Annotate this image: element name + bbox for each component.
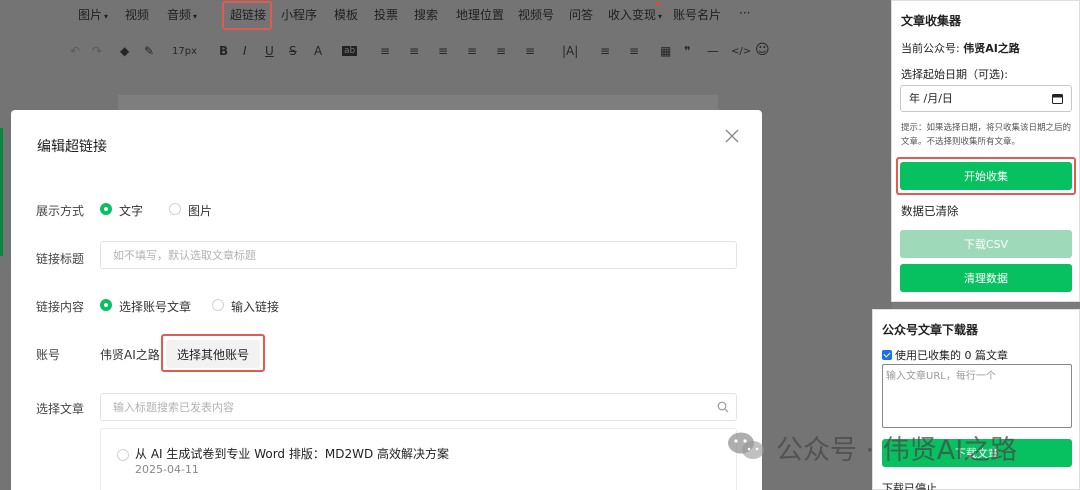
menu-vote[interactable]: 投票 bbox=[374, 6, 398, 23]
collector-status: 数据已清除 bbox=[901, 204, 959, 218]
format-toolbar: ↶ ↷ ◆ ✎ 17px B I U S A ab ≡ ≡ ≡ ≡ ≡ ≡ |A… bbox=[0, 38, 892, 66]
format-painter-icon[interactable]: ◆ bbox=[120, 44, 129, 58]
link-title-input[interactable] bbox=[100, 241, 737, 269]
font-color-icon[interactable]: A bbox=[314, 44, 322, 58]
current-account-name: 伟贤AI之路 bbox=[963, 42, 1020, 55]
account-label: 账号 bbox=[36, 348, 61, 362]
link-title-label: 链接标题 bbox=[36, 252, 85, 266]
close-icon[interactable] bbox=[724, 128, 740, 144]
radio-text-mode-label[interactable]: 文字 bbox=[119, 202, 143, 219]
radio-input-link-label[interactable]: 输入链接 bbox=[231, 298, 279, 315]
new-badge-dot bbox=[656, 2, 660, 6]
display-mode-label: 展示方式 bbox=[36, 204, 85, 218]
menu-qa[interactable]: 问答 bbox=[569, 6, 593, 23]
select-article-label: 选择文章 bbox=[36, 402, 85, 416]
menu-image[interactable]: 图片 ▾ bbox=[78, 6, 108, 23]
align-center-icon[interactable]: ≡ bbox=[409, 44, 419, 58]
article-search-input[interactable] bbox=[100, 393, 737, 421]
date-label: 选择起始日期（可选): bbox=[901, 68, 1008, 81]
downloader-title: 公众号文章下载器 bbox=[882, 323, 979, 337]
menu-mini-program[interactable]: 小程序 bbox=[281, 6, 317, 23]
radio-account-article[interactable] bbox=[100, 299, 112, 311]
radio-image-mode[interactable] bbox=[169, 203, 181, 215]
calendar-icon[interactable] bbox=[1052, 93, 1063, 104]
bold-icon[interactable]: B bbox=[219, 44, 228, 58]
radio-text-mode[interactable] bbox=[100, 203, 112, 215]
use-collected-checkbox-row[interactable]: 使用已收集的 0 篇文章 bbox=[882, 347, 1008, 363]
insert-menu-bar: 图片 ▾ 视频 音频 ▾ 超链接 小程序 模板 投票 搜索 地理位置 视频号 问答 … bbox=[0, 0, 892, 30]
background-color-icon[interactable]: ab bbox=[342, 46, 358, 56]
modal-title: 编辑超链接 bbox=[37, 139, 107, 155]
align-right-icon[interactable]: ≡ bbox=[438, 44, 448, 58]
undo-icon[interactable]: ↶ bbox=[70, 44, 80, 58]
menu-more[interactable]: ··· bbox=[739, 6, 750, 20]
downloader-status: 下载已停止 bbox=[882, 482, 937, 490]
align-left-icon[interactable]: ≡ bbox=[380, 44, 390, 58]
edit-hyperlink-modal: 编辑超链接 展示方式 文字 图片 链接标题 链接内容 选择账号文章 输入链接 账… bbox=[11, 110, 762, 490]
underline-icon[interactable]: U bbox=[265, 44, 274, 58]
menu-channels[interactable]: 视频号 bbox=[518, 6, 554, 23]
menu-account-card[interactable]: 账号名片 bbox=[673, 6, 721, 23]
date-placeholder: 年 /月/日 bbox=[909, 92, 953, 105]
table-icon[interactable]: ▦ bbox=[660, 44, 671, 58]
emoji-icon[interactable]: ☺ bbox=[755, 42, 770, 58]
article-collector-panel: 文章收集器 当前公众号: 伟贤AI之路 选择起始日期（可选): 年 /月/日 提… bbox=[891, 0, 1080, 302]
article-title[interactable]: 从 AI 生成试卷到专业 Word 排版：MD2WD 高效解决方案 bbox=[135, 445, 449, 462]
radio-input-link[interactable] bbox=[212, 299, 224, 311]
article-list: 从 AI 生成试卷到专业 Word 排版：MD2WD 高效解决方案 2025-0… bbox=[100, 428, 737, 490]
indent-icon[interactable]: ≡ bbox=[496, 44, 506, 58]
strikethrough-icon[interactable]: S bbox=[289, 44, 297, 58]
account-button-highlight-box bbox=[161, 334, 265, 372]
collector-title: 文章收集器 bbox=[901, 14, 962, 28]
menu-location[interactable]: 地理位置 bbox=[456, 6, 504, 23]
menu-audio[interactable]: 音频 ▾ bbox=[167, 6, 197, 23]
clear-data-button[interactable]: 清理数据 bbox=[900, 264, 1072, 292]
italic-icon[interactable]: I bbox=[243, 44, 247, 58]
font-size-select[interactable]: 17px bbox=[172, 46, 197, 57]
use-collected-checkbox[interactable] bbox=[882, 350, 892, 360]
numbered-list-icon[interactable]: ≡ bbox=[629, 44, 639, 58]
divider-icon[interactable]: — bbox=[707, 44, 719, 58]
clear-format-icon[interactable]: ✎ bbox=[144, 44, 154, 58]
start-date-input[interactable]: 年 /月/日 bbox=[900, 85, 1072, 112]
radio-image-mode-label[interactable]: 图片 bbox=[188, 202, 212, 219]
redo-icon[interactable]: ↷ bbox=[92, 44, 102, 58]
justify-icon[interactable]: ≡ bbox=[467, 44, 477, 58]
letter-spacing-icon[interactable]: |A| bbox=[562, 44, 578, 58]
article-radio[interactable] bbox=[117, 449, 129, 461]
account-name: 伟贤AI之路 bbox=[100, 348, 160, 362]
quote-icon[interactable]: ❞ bbox=[684, 44, 690, 58]
radio-account-article-label[interactable]: 选择账号文章 bbox=[119, 298, 191, 315]
hyperlink-highlight-box bbox=[222, 1, 272, 30]
watermark-text: 公众号 · 伟贤AI之路 bbox=[776, 435, 1018, 466]
wechat-logo-icon bbox=[728, 432, 764, 459]
search-icon[interactable] bbox=[717, 401, 729, 413]
link-content-label: 链接内容 bbox=[36, 300, 85, 314]
menu-template[interactable]: 模板 bbox=[334, 6, 358, 23]
start-button-highlight-box bbox=[896, 157, 1076, 195]
menu-video[interactable]: 视频 bbox=[125, 6, 149, 23]
menu-monetize[interactable]: 收入变现 ▾ bbox=[608, 6, 662, 23]
menu-search[interactable]: 搜索 bbox=[414, 6, 438, 23]
article-date: 2025-04-11 bbox=[135, 463, 199, 476]
article-url-textarea[interactable] bbox=[882, 364, 1072, 428]
collector-tip: 提示：如果选择日期，将只收集该日期之后的文章。不选择则收集所有文章。 bbox=[901, 123, 1072, 147]
line-height-icon[interactable]: ≡ bbox=[525, 44, 535, 58]
download-csv-button[interactable]: 下载CSV bbox=[900, 230, 1072, 258]
code-icon[interactable]: </> bbox=[731, 46, 751, 57]
left-accent-bar bbox=[0, 128, 3, 256]
current-account-text: 当前公众号: 伟贤AI之路 bbox=[901, 42, 1020, 55]
use-collected-label[interactable]: 使用已收集的 0 篇文章 bbox=[895, 349, 1008, 362]
list-icon[interactable]: ≡ bbox=[600, 44, 610, 58]
